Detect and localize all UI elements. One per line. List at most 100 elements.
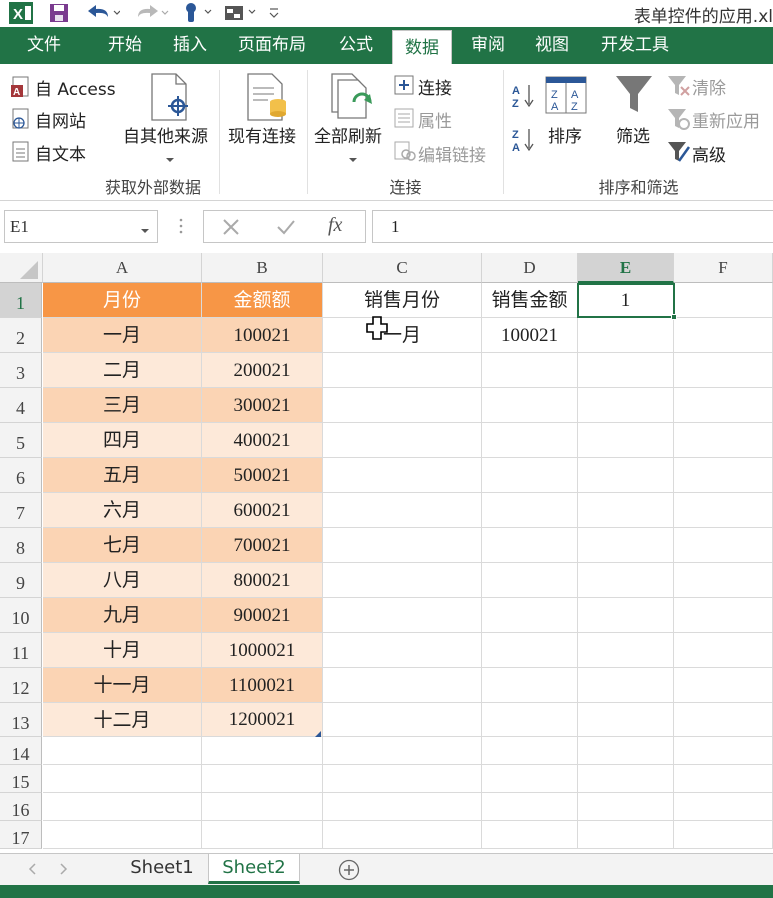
edit-links-button[interactable]: 编辑链接: [418, 141, 486, 166]
table-cell-amount[interactable]: 100021: [202, 318, 323, 353]
table-cell-month[interactable]: 十二月: [43, 703, 202, 737]
cell[interactable]: [323, 353, 482, 388]
cell[interactable]: [578, 668, 674, 703]
redo-icon[interactable]: [132, 2, 172, 24]
cell[interactable]: [482, 528, 578, 563]
cell[interactable]: [323, 458, 482, 493]
cell[interactable]: [578, 598, 674, 633]
table-header-amount[interactable]: 金额额: [202, 283, 323, 318]
sort-ascending-icon[interactable]: AZ: [512, 82, 536, 114]
cell[interactable]: [323, 423, 482, 458]
cell[interactable]: [674, 353, 773, 388]
cell[interactable]: [482, 423, 578, 458]
filter-button[interactable]: 筛选: [616, 122, 650, 147]
cell[interactable]: [43, 793, 202, 821]
row-header[interactable]: 12: [0, 668, 42, 703]
table-cell-month[interactable]: 三月: [43, 388, 202, 423]
table-cell-amount[interactable]: 200021: [202, 353, 323, 388]
cell[interactable]: [674, 668, 773, 703]
cell[interactable]: [578, 423, 674, 458]
cell[interactable]: [674, 633, 773, 668]
table-cell-month[interactable]: 十月: [43, 633, 202, 668]
cell[interactable]: [323, 793, 482, 821]
cell[interactable]: [323, 388, 482, 423]
cell[interactable]: [323, 703, 482, 737]
cell[interactable]: [674, 793, 773, 821]
cell[interactable]: [202, 737, 323, 765]
from-access-button[interactable]: 自 Access: [35, 75, 116, 100]
row-header[interactable]: 2: [0, 318, 42, 353]
existing-connections-button[interactable]: 现有连接: [228, 122, 296, 147]
cell[interactable]: [482, 633, 578, 668]
from-text-button[interactable]: 自文本: [35, 140, 86, 165]
sheet-tab-sheet2[interactable]: Sheet2: [208, 854, 300, 884]
cell[interactable]: [674, 703, 773, 737]
cell[interactable]: [674, 283, 773, 318]
row-header[interactable]: 11: [0, 633, 42, 668]
column-header-c[interactable]: C: [323, 253, 482, 283]
cell[interactable]: [482, 493, 578, 528]
worksheet-grid[interactable]: A B C D E F 1 2 3 4 5 6 7 8 9 10 11 12 13 14 15 16 17 月份…: [0, 253, 773, 853]
tab-formulas[interactable]: 公式: [326, 27, 386, 64]
table-cell-month[interactable]: 二月: [43, 353, 202, 388]
row-header[interactable]: 8: [0, 528, 42, 563]
cell[interactable]: [674, 318, 773, 353]
cell[interactable]: [578, 703, 674, 737]
cell[interactable]: [482, 388, 578, 423]
cell[interactable]: [578, 318, 674, 353]
cell[interactable]: [482, 668, 578, 703]
table-cell-amount[interactable]: 1200021: [202, 703, 323, 737]
table-cell-month[interactable]: 七月: [43, 528, 202, 563]
touch-mode-icon[interactable]: [180, 2, 216, 24]
cell[interactable]: [674, 563, 773, 598]
cell[interactable]: [674, 528, 773, 563]
save-icon[interactable]: [46, 2, 72, 24]
cell[interactable]: [578, 793, 674, 821]
table-cell-amount[interactable]: 600021: [202, 493, 323, 528]
cell[interactable]: [482, 598, 578, 633]
customize-quick-access-icon[interactable]: [264, 2, 284, 24]
table-cell-month[interactable]: 八月: [43, 563, 202, 598]
name-box[interactable]: E1: [4, 210, 158, 243]
table-cell-amount[interactable]: 1000021: [202, 633, 323, 668]
table-cell-month[interactable]: 一月: [43, 318, 202, 353]
table-header-month[interactable]: 月份: [43, 283, 202, 318]
cell[interactable]: [674, 598, 773, 633]
row-header[interactable]: 5: [0, 423, 42, 458]
cell[interactable]: [674, 765, 773, 793]
tab-insert[interactable]: 插入: [160, 27, 220, 64]
cell[interactable]: [323, 528, 482, 563]
tab-page-layout[interactable]: 页面布局: [226, 27, 318, 64]
table-resize-handle[interactable]: [315, 726, 321, 741]
table-cell-month[interactable]: 六月: [43, 493, 202, 528]
properties-button[interactable]: 属性: [418, 107, 452, 132]
column-header-f[interactable]: F: [674, 253, 773, 283]
cell[interactable]: [323, 633, 482, 668]
cell[interactable]: [323, 821, 482, 849]
cell[interactable]: [674, 423, 773, 458]
add-sheet-icon[interactable]: [338, 859, 360, 885]
chevron-down-icon[interactable]: [140, 223, 150, 238]
cell[interactable]: [674, 737, 773, 765]
tab-home[interactable]: 开始: [94, 27, 156, 64]
cell[interactable]: [578, 633, 674, 668]
cell[interactable]: [202, 793, 323, 821]
tab-view[interactable]: 视图: [522, 27, 582, 64]
scroll-left-icon[interactable]: [28, 863, 36, 879]
table-cell-amount[interactable]: 1100021: [202, 668, 323, 703]
cell[interactable]: [578, 821, 674, 849]
cell[interactable]: [323, 563, 482, 598]
label-sales-amount[interactable]: 销售金额: [482, 283, 578, 318]
cell[interactable]: [482, 353, 578, 388]
from-other-sources-button[interactable]: 自其他来源: [123, 122, 208, 147]
row-header[interactable]: 9: [0, 563, 42, 598]
cell[interactable]: [578, 528, 674, 563]
table-cell-month[interactable]: 四月: [43, 423, 202, 458]
table-cell-month[interactable]: 十一月: [43, 668, 202, 703]
row-header[interactable]: 13: [0, 703, 42, 737]
cell[interactable]: [578, 458, 674, 493]
result-sales-amount[interactable]: 100021: [482, 318, 578, 353]
cell[interactable]: [578, 388, 674, 423]
row-header[interactable]: 3: [0, 353, 42, 388]
tab-file[interactable]: 文件: [0, 27, 88, 64]
